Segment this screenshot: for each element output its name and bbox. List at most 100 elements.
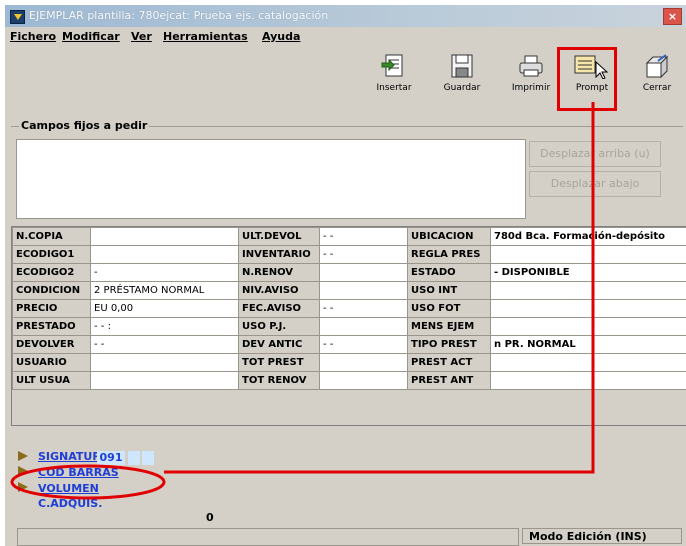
field-value-cell[interactable] [319, 281, 408, 300]
menu-ver[interactable]: Ver [131, 30, 152, 43]
field-label-cell: PRECIO [12, 299, 91, 318]
app-icon [10, 10, 25, 24]
campos-label: Campos fijos a pedir [19, 119, 150, 132]
signatura-subfield[interactable] [142, 451, 154, 465]
prompt-highlight-box [557, 47, 617, 111]
field-label-cell: ECODIGO2 [12, 263, 91, 282]
field-value-cell[interactable]: - - [319, 335, 408, 354]
window-title: EJEMPLAR plantilla: 780ejcat: Prueba ejs… [29, 9, 329, 22]
table-row: USUARIO TOT PREST PREST ACT [12, 353, 686, 372]
printer-icon [519, 55, 543, 77]
field-value-cell[interactable]: - - [90, 335, 239, 354]
field-label-cell: N.COPIA [12, 227, 91, 246]
close-button[interactable]: × [663, 8, 682, 25]
field-label-cell: ULT.DEVOL [238, 227, 320, 246]
volumen-label[interactable]: VOLUMEN [38, 482, 99, 495]
cerrar-button[interactable]: Cerrar [630, 53, 684, 111]
field-value-cell[interactable] [319, 317, 408, 336]
fields-table: N.COPIA ULT.DEVOL - - UBICACION 780d Bca. Fo… [12, 227, 686, 390]
field-value-cell[interactable] [490, 281, 686, 300]
menu-herramientas[interactable]: Herramientas [163, 30, 248, 43]
signatura-field[interactable]: 091 [97, 451, 125, 465]
field-value-cell[interactable] [490, 245, 686, 264]
cadquis-label: C.ADQUIS. [38, 497, 103, 510]
guardar-button[interactable]: Guardar [435, 53, 489, 111]
table-row: ECODIGO2- N.RENOV ESTADO - DISPONIBLE [12, 263, 686, 282]
status-message [17, 528, 519, 546]
field-value-cell[interactable]: - - [319, 299, 408, 318]
field-label-cell: USO P.J. [238, 317, 320, 336]
arrow-icon [18, 466, 28, 476]
field-value-cell[interactable]: EU 0,00 [90, 299, 239, 318]
guardar-label: Guardar [443, 83, 481, 93]
field-value-cell[interactable] [490, 353, 686, 372]
menu-modificar[interactable]: Modificar [62, 30, 120, 43]
field-value-cell[interactable] [490, 371, 686, 390]
edit-mode-indicator: Modo Edición (INS) [522, 528, 682, 544]
field-value-cell[interactable]: n PR. NORMAL [490, 335, 686, 354]
save-icon [451, 54, 473, 78]
field-value-cell[interactable]: - - : [90, 317, 239, 336]
codbarras-label[interactable]: COD BARRAS [38, 466, 119, 479]
field-value-cell[interactable] [319, 371, 408, 390]
field-label-cell: FEC.AVISO [238, 299, 320, 318]
status-bar: Modo Edición (INS) [5, 525, 686, 546]
field-value-cell[interactable] [319, 353, 408, 372]
close-door-icon [645, 54, 669, 79]
table-row: PRESTADO - - : USO P.J. MENS EJEM [12, 317, 686, 336]
field-label-cell: DEV ANTIC [238, 335, 320, 354]
field-label-cell: PRESTADO [12, 317, 91, 336]
menu-bar: Fichero Modificar Ver Herramientas Ayuda [5, 28, 686, 46]
ejemplar-grid: N.COPIA ULT.DEVOL - - UBICACION 780d Bca. Fo… [11, 226, 686, 426]
campos-list[interactable] [16, 139, 526, 219]
field-value-cell[interactable]: 2 PRÉSTAMO NORMAL [90, 281, 239, 300]
table-row: N.COPIA ULT.DEVOL - - UBICACION 780d Bca. Fo… [12, 227, 686, 246]
field-label-cell: USO FOT [407, 299, 491, 318]
field-label-cell: USUARIO [12, 353, 91, 372]
field-value-cell[interactable]: - - [319, 227, 408, 246]
arrow-icon [18, 482, 28, 492]
signatura-subfield[interactable] [128, 451, 140, 465]
field-value-cell[interactable]: - - [319, 245, 408, 264]
field-value-cell[interactable] [490, 317, 686, 336]
menu-fichero[interactable]: Fichero [10, 30, 56, 43]
table-row: CONDICION 2 PRÉSTAMO NORMAL NIV.AVISO USO I… [12, 281, 686, 300]
field-value-cell[interactable] [490, 299, 686, 318]
imprimir-button[interactable]: Imprimir [504, 53, 558, 111]
arrow-icon [18, 451, 28, 461]
field-value-cell[interactable] [90, 245, 239, 264]
desplazar-abajo-button[interactable]: Desplazar abajo [529, 171, 661, 197]
field-label-cell: TIPO PREST [407, 335, 491, 354]
insert-icon [381, 54, 403, 77]
table-row: ULT USUA TOT RENOV PREST ANT [12, 371, 686, 390]
field-label-cell: ESTADO [407, 263, 491, 282]
desplazar-arriba-button[interactable]: Desplazar arriba (u) [529, 141, 661, 167]
field-label-cell: TOT RENOV [238, 371, 320, 390]
field-value-cell[interactable]: - [90, 263, 239, 282]
insertar-button[interactable]: Insertar [367, 53, 421, 111]
menu-ayuda[interactable]: Ayuda [262, 30, 300, 43]
field-value-cell[interactable] [90, 371, 239, 390]
field-value-cell[interactable] [90, 227, 239, 246]
field-label-cell: MENS EJEM [407, 317, 491, 336]
field-label-cell: PREST ACT [407, 353, 491, 372]
field-label-cell: PREST ANT [407, 371, 491, 390]
table-row: DEVOLVER - - DEV ANTIC - - TIPO PREST n PR. N… [12, 335, 686, 354]
field-label-cell: TOT PREST [238, 353, 320, 372]
field-value-cell[interactable]: - DISPONIBLE [490, 263, 686, 282]
title-bar[interactable]: EJEMPLAR plantilla: 780ejcat: Prueba ejs… [5, 5, 686, 27]
field-value-cell[interactable] [90, 353, 239, 372]
table-row: ECODIGO1 INVENTARIO - - REGLA PRES [12, 245, 686, 264]
field-label-cell: CONDICION [12, 281, 91, 300]
cadquis-value: 0 [206, 511, 214, 524]
cerrar-label: Cerrar [642, 83, 672, 93]
imprimir-label: Imprimir [511, 83, 551, 93]
table-row: PRECIO EU 0,00 FEC.AVISO - - USO FOT [12, 299, 686, 318]
field-label-cell: UBICACION [407, 227, 491, 246]
field-label-cell: ULT USUA [12, 371, 91, 390]
field-label-cell: REGLA PRES [407, 245, 491, 264]
insertar-label: Insertar [376, 83, 412, 93]
lower-fields: SIGNATURA 091 COD BARRAS VOLUMEN C.ADQUI… [11, 426, 686, 526]
field-value-cell[interactable]: 780d Bca. Formación-depósito [490, 227, 686, 246]
field-value-cell[interactable] [319, 263, 408, 282]
